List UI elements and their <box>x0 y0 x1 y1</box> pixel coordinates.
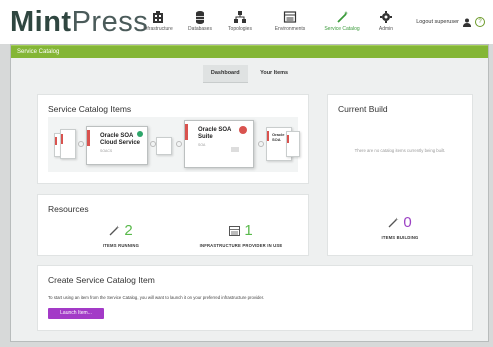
card-title-line2: SOA <box>272 137 281 142</box>
card-title-line2: Suite <box>198 134 213 140</box>
catalog-items-title: Service Catalog Items <box>48 104 132 114</box>
catalog-items-card: Service Catalog Items Oracle SOA Cloud S… <box>37 94 309 184</box>
wand-icon <box>109 225 120 236</box>
card-subtitle: SOA <box>198 143 206 147</box>
plus-icon <box>78 141 84 147</box>
nav-label: Databases <box>188 26 212 32</box>
resources-title: Resources <box>48 204 89 214</box>
stacked-card <box>60 129 76 159</box>
current-build-card: Current Build There are no catalog items… <box>327 94 473 256</box>
mintpress-logo[interactable]: MintPress <box>10 6 148 39</box>
nav-service-catalog[interactable]: Service Catalog <box>320 10 364 38</box>
stacked-card <box>156 137 172 155</box>
nav-environments[interactable]: Environments <box>268 10 312 38</box>
stacked-card <box>286 131 300 157</box>
service-catalog-window: Service Catalog Dashboard Your Items Ser… <box>10 44 489 342</box>
infrastructure-label: INFRASTRUCTURE PROVIDER IN USE <box>199 243 283 248</box>
building-icon <box>153 11 163 23</box>
create-item-card: Create Service Catalog Item To start usi… <box>37 265 473 331</box>
nav-infrastructure[interactable]: Infrastructure <box>136 10 180 38</box>
card-title-line1: Oracle SOA <box>198 127 232 133</box>
catalog-carousel: Oracle SOA Cloud Service SOACS Oracle SO… <box>48 117 300 172</box>
catalog-item-card[interactable]: Oracle SOA Cloud Service SOACS <box>86 126 148 165</box>
nav-databases[interactable]: Databases <box>178 10 222 38</box>
current-build-empty: There are no catalog items currently bei… <box>354 148 446 153</box>
card-accent <box>267 131 269 141</box>
nav-label: Topologies <box>228 26 252 32</box>
nav-label: Infrastructure <box>143 26 173 32</box>
user-icon[interactable] <box>463 18 471 27</box>
nav-label: Environments <box>274 26 306 32</box>
topology-icon <box>234 11 246 23</box>
current-build-title: Current Build <box>338 104 388 114</box>
app-header: MintPress Infrastructure Databases Topol… <box>0 0 493 44</box>
card-subtitle: SOACS <box>100 149 113 153</box>
items-building: 0 ITEMS BUILDING <box>355 214 445 240</box>
card-title-line2: Cloud Service <box>100 140 141 146</box>
card-title-line1: Oracle SOA <box>100 133 134 139</box>
card-accent <box>87 130 90 146</box>
window-title: Service Catalog <box>11 45 488 58</box>
logo-part-1: Mint <box>10 6 72 38</box>
wand-icon <box>337 11 349 23</box>
gear-icon <box>380 11 392 23</box>
resources-card: Resources 2 ITEMS RUNNING 1 INFRASTRUCTU… <box>37 194 309 256</box>
database-icon <box>196 11 204 24</box>
server-icon <box>229 225 241 236</box>
tab-dashboard[interactable]: Dashboard <box>202 65 248 83</box>
help-icon[interactable]: ? <box>475 17 485 27</box>
catalog-item-card[interactable]: Oracle SOA Suite SOA <box>184 120 254 168</box>
nav-label: Admin <box>378 26 394 32</box>
items-running-count: 2 <box>124 222 133 240</box>
create-item-title: Create Service Catalog Item <box>48 275 155 285</box>
status-icon <box>239 126 247 134</box>
user-area: Logout superuser ? <box>416 17 485 27</box>
items-building-count: 0 <box>403 214 412 232</box>
infrastructure-count: 1 <box>244 222 253 240</box>
nav-topologies[interactable]: Topologies <box>218 10 262 38</box>
items-running: 2 ITEMS RUNNING <box>76 222 166 248</box>
card-accent <box>185 124 188 140</box>
tab-bar: Dashboard Your Items <box>11 61 488 83</box>
infrastructure-in-use: 1 INFRASTRUCTURE PROVIDER IN USE <box>186 222 296 248</box>
create-item-description: To start using an item from the Service … <box>48 295 265 300</box>
launch-item-button[interactable]: Launch Item... <box>48 308 104 319</box>
card-detail <box>231 147 239 152</box>
status-icon <box>137 131 143 137</box>
plus-icon <box>176 141 182 147</box>
wand-icon <box>388 217 399 228</box>
plus-icon <box>258 141 264 147</box>
nav-admin[interactable]: Admin <box>364 10 408 38</box>
items-running-label: ITEMS RUNNING <box>102 243 140 248</box>
items-building-label: ITEMS BUILDING <box>381 235 419 240</box>
tab-your-items[interactable]: Your Items <box>252 65 296 82</box>
server-icon <box>283 11 297 23</box>
nav-label: Service Catalog <box>324 26 360 32</box>
logout-link[interactable]: Logout superuser <box>416 19 459 25</box>
